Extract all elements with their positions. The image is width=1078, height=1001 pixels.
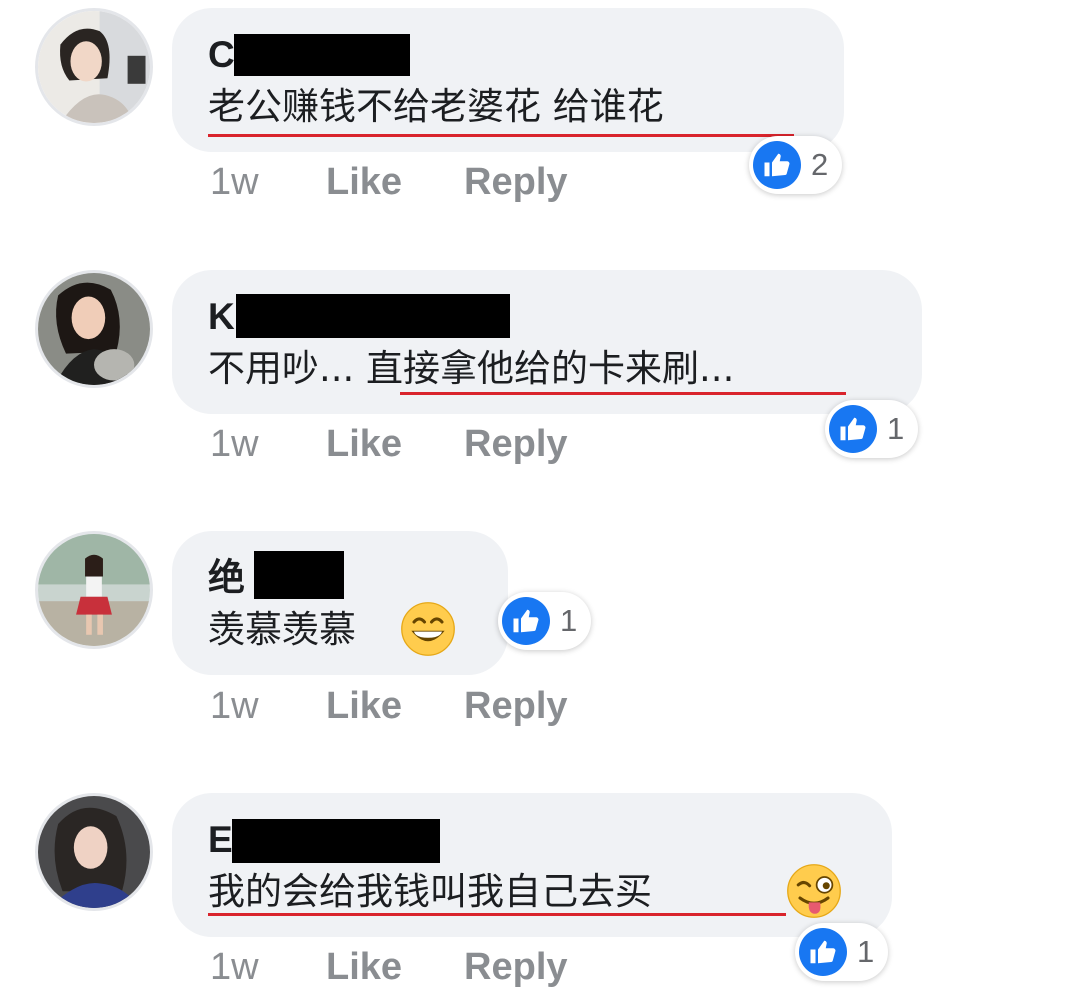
author-name[interactable]: C: [208, 32, 235, 78]
name-redaction: [232, 819, 440, 863]
comment-actions: 1w Like Reply: [210, 419, 630, 469]
like-link[interactable]: Like: [326, 423, 402, 466]
comment-actions: 1w Like Reply: [210, 942, 630, 992]
timestamp[interactable]: 1w: [210, 423, 326, 466]
thumbs-up-icon: [502, 597, 550, 645]
like-link[interactable]: Like: [326, 685, 402, 728]
winking-face-tongue-emoji: [786, 863, 842, 919]
reply-link[interactable]: Reply: [464, 423, 567, 466]
reply-link[interactable]: Reply: [464, 161, 567, 204]
author-name[interactable]: K: [208, 294, 235, 340]
reaction-count: 2: [811, 147, 829, 182]
comment-bubble: E 我的会给我钱叫我自己去买: [172, 793, 892, 937]
name-redaction: [234, 34, 410, 76]
author-initial: E: [208, 819, 233, 860]
like-link[interactable]: Like: [326, 161, 402, 204]
avatar[interactable]: [35, 270, 153, 388]
author-initial: 绝: [208, 557, 245, 598]
red-underline: [208, 913, 786, 916]
grinning-face-emoji: [400, 601, 456, 657]
profile-photo: [38, 11, 150, 123]
avatar[interactable]: [35, 531, 153, 649]
comment-text: 不用吵... 直接拿他给的卡来刷...: [208, 344, 734, 394]
reaction-count: 1: [560, 603, 578, 638]
reply-link[interactable]: Reply: [464, 685, 567, 728]
reaction-count: 1: [887, 411, 905, 446]
comment-bubble: C 老公赚钱不给老婆花 给谁花: [172, 8, 844, 152]
red-underline: [208, 134, 794, 137]
thumbs-up-icon: [753, 141, 801, 189]
avatar[interactable]: [35, 8, 153, 126]
comment-actions: 1w Like Reply: [210, 681, 630, 731]
comment-text-prefix: 不用吵...: [208, 347, 367, 390]
name-redaction: [236, 294, 510, 338]
reply-link[interactable]: Reply: [464, 946, 567, 989]
author-name[interactable]: 绝: [208, 555, 245, 601]
reaction-badge[interactable]: 1: [795, 923, 889, 981]
thumbs-up-icon: [829, 405, 877, 453]
avatar[interactable]: [35, 793, 153, 911]
author-name[interactable]: E: [208, 817, 233, 863]
comment-bubble: 绝 羡慕羡慕: [172, 531, 508, 675]
author-initial: C: [208, 34, 235, 75]
reaction-count: 1: [857, 934, 875, 969]
timestamp[interactable]: 1w: [210, 946, 326, 989]
profile-photo: [38, 796, 150, 908]
comment-text-underlined: 直接拿他给的卡来刷...: [366, 347, 735, 390]
reaction-badge[interactable]: 1: [498, 592, 592, 650]
reaction-badge[interactable]: 2: [749, 136, 843, 194]
author-initial: K: [208, 296, 235, 337]
profile-photo: [38, 534, 150, 646]
timestamp[interactable]: 1w: [210, 685, 326, 728]
comment-bubble: K 不用吵... 直接拿他给的卡来刷...: [172, 270, 922, 414]
red-underline: [400, 392, 846, 395]
like-link[interactable]: Like: [326, 946, 402, 989]
comment-text: 老公赚钱不给老婆花 给谁花: [208, 85, 664, 128]
timestamp[interactable]: 1w: [210, 161, 326, 204]
thumbs-up-icon: [799, 928, 847, 976]
comment-text: 我的会给我钱叫我自己去买: [208, 870, 652, 913]
profile-photo: [38, 273, 150, 385]
comment-text: 羡慕羡慕: [208, 608, 356, 651]
name-redaction: [254, 551, 344, 599]
reaction-badge[interactable]: 1: [825, 400, 919, 458]
comment-actions: 1w Like Reply: [210, 157, 630, 207]
